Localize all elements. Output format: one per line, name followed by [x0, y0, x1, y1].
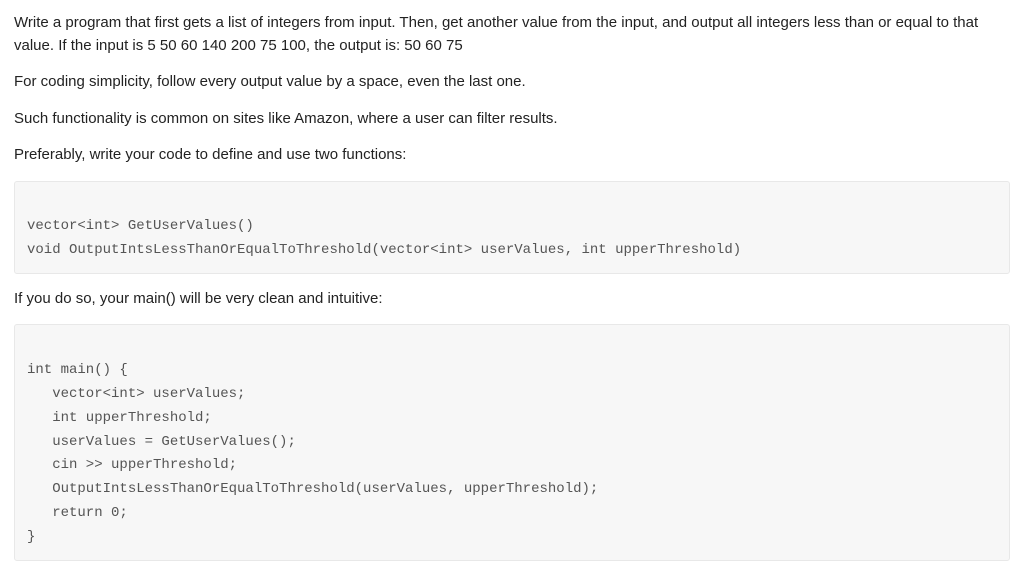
code-line: int main() {	[27, 359, 997, 383]
code-line: }	[27, 526, 997, 550]
code-line: vector<int> GetUserValues()	[27, 215, 997, 239]
middle-paragraph: If you do so, your main() will be very c…	[14, 288, 1010, 311]
code-line: vector<int> userValues;	[27, 383, 997, 407]
code-line: int upperThreshold;	[27, 407, 997, 431]
problem-paragraph-3: Such functionality is common on sites li…	[14, 108, 1010, 131]
code-line: return 0;	[27, 502, 997, 526]
code-block-main: int main() { vector<int> userValues; int…	[14, 324, 1010, 560]
code-line: cin >> upperThreshold;	[27, 454, 997, 478]
code-line: userValues = GetUserValues();	[27, 431, 997, 455]
problem-paragraph-2: For coding simplicity, follow every outp…	[14, 71, 1010, 94]
code-block-signatures: vector<int> GetUserValues()void OutputIn…	[14, 181, 1010, 274]
code-line: void OutputIntsLessThanOrEqualToThreshol…	[27, 239, 997, 263]
code-line: OutputIntsLessThanOrEqualToThreshold(use…	[27, 478, 997, 502]
problem-paragraph-4: Preferably, write your code to define an…	[14, 144, 1010, 167]
problem-paragraph-1: Write a program that first gets a list o…	[14, 12, 1010, 57]
